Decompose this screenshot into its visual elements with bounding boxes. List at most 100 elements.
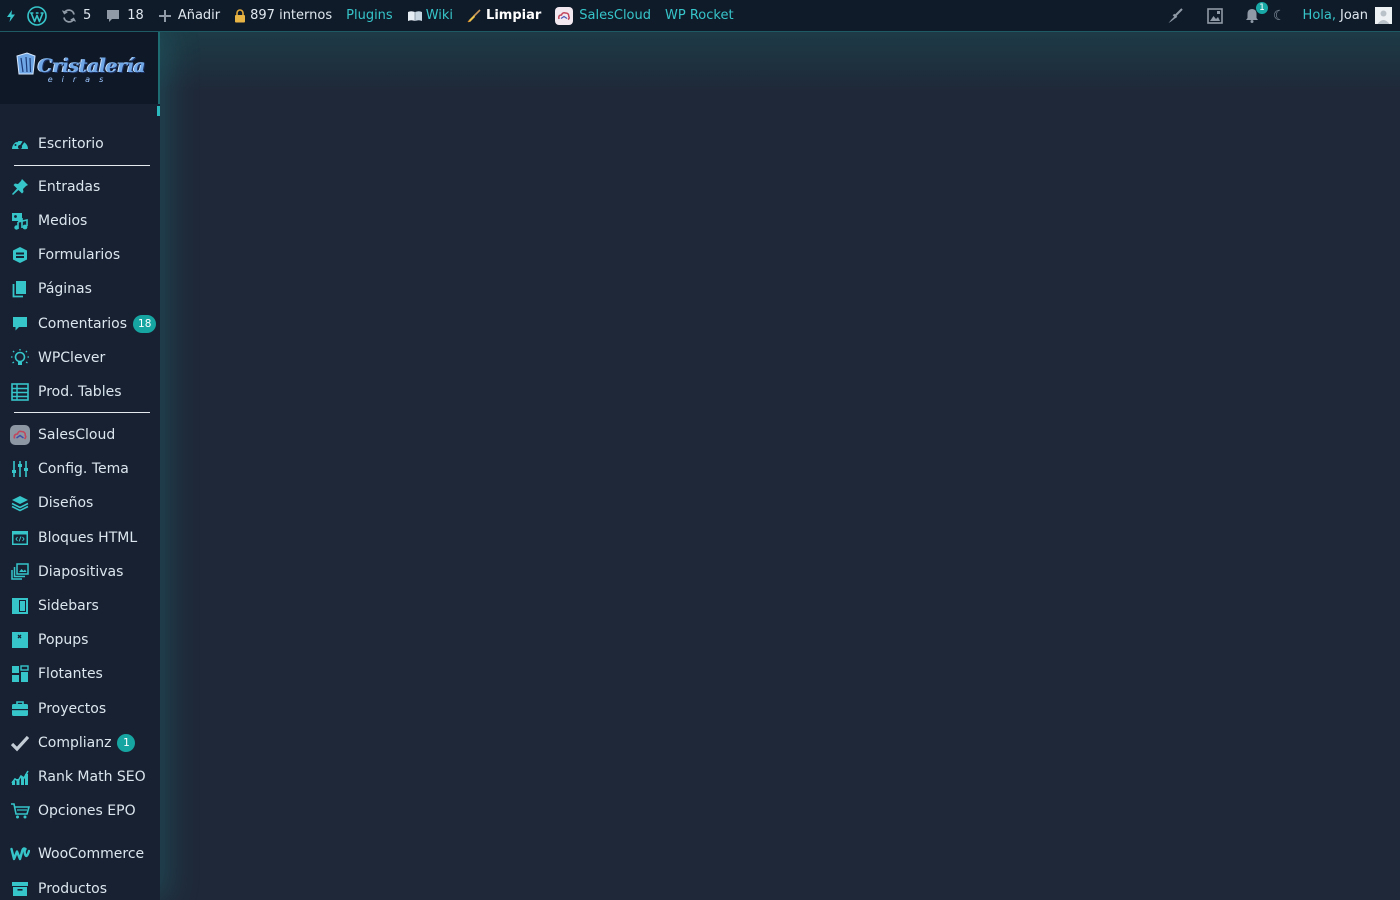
sidebar-item-label: Popups bbox=[38, 632, 89, 648]
sidebar-item-popups[interactable]: Popups bbox=[0, 625, 160, 655]
comments-count: 18 bbox=[127, 8, 144, 23]
image-stats-icon[interactable] bbox=[1195, 0, 1235, 32]
sidebar-item-escritorio[interactable]: Escritorio bbox=[0, 129, 160, 159]
sidebar-item-label: WPClever bbox=[38, 350, 106, 366]
sidebar-item-woocommerce[interactable]: WooCommerce bbox=[0, 839, 160, 869]
user-name: Joan bbox=[1340, 8, 1368, 23]
sidebar-item-formularios[interactable]: Formularios bbox=[0, 240, 160, 270]
greeting-prefix: Hola, bbox=[1302, 8, 1336, 23]
pages-icon bbox=[0, 280, 38, 298]
logo-text: Cristalería bbox=[37, 55, 146, 77]
bell-icon: 1 bbox=[1245, 2, 1268, 23]
sidebar-item-disenos[interactable]: Diseños bbox=[0, 488, 160, 518]
media-icon bbox=[0, 212, 38, 230]
lightbulb-icon bbox=[0, 348, 38, 368]
lock-icon bbox=[234, 8, 246, 23]
archive-icon bbox=[0, 881, 38, 897]
slides-icon bbox=[0, 563, 38, 581]
sidebar-item-complianz[interactable]: Complianz 1 bbox=[0, 728, 160, 758]
glass-logo-icon bbox=[15, 52, 37, 80]
brush-icon[interactable] bbox=[1155, 0, 1195, 32]
sidebar-item-label: Escritorio bbox=[38, 136, 104, 152]
sidebar-item-label: Config. Tema bbox=[38, 461, 129, 477]
sidebar-item-paginas[interactable]: Páginas bbox=[0, 274, 160, 304]
comments-count-badge: 18 bbox=[133, 315, 157, 333]
sidebar-item-label: Comentarios bbox=[38, 316, 128, 332]
rankmath-icon bbox=[0, 768, 38, 786]
wp-rocket-link[interactable]: WP Rocket bbox=[658, 0, 741, 32]
wiki-label: Wiki bbox=[425, 8, 454, 23]
menu-separator bbox=[14, 165, 150, 166]
updates-count: 5 bbox=[83, 8, 92, 23]
sidebar-item-label: Complianz bbox=[38, 735, 112, 751]
sidebar-item-opciones-epo[interactable]: Opciones EPO bbox=[0, 796, 160, 826]
sidebar-item-label: Rank Math SEO bbox=[38, 769, 146, 785]
sidebar-item-label: Diseños bbox=[38, 495, 94, 511]
main-content-area bbox=[160, 32, 1400, 900]
salescloud-icon bbox=[0, 425, 38, 445]
lightning-icon[interactable] bbox=[0, 0, 20, 32]
woocommerce-icon bbox=[0, 847, 38, 861]
add-new-label: Añadir bbox=[177, 8, 221, 23]
sidebar-icon bbox=[0, 597, 38, 615]
internal-links-label: 897 internos bbox=[250, 8, 333, 23]
sidebar-item-bloques-html[interactable]: Bloques HTML bbox=[0, 523, 160, 553]
sidebar-item-flotantes[interactable]: Flotantes bbox=[0, 659, 160, 689]
user-account-menu[interactable]: Hola, Joan bbox=[1296, 0, 1400, 32]
sidebar-item-prod-tables[interactable]: Prod. Tables bbox=[0, 377, 160, 407]
layers-icon bbox=[0, 494, 38, 512]
clean-link[interactable]: Limpiar bbox=[460, 0, 548, 32]
notifications-bell[interactable]: 1 bbox=[1235, 0, 1269, 32]
plugins-link[interactable]: Plugins bbox=[339, 0, 400, 32]
salescloud-link[interactable]: SalesCloud bbox=[548, 0, 658, 32]
table-icon bbox=[0, 383, 38, 401]
sidebar-item-comentarios[interactable]: Comentarios 18 bbox=[0, 309, 160, 339]
refresh-icon bbox=[61, 8, 77, 24]
sidebar-item-entradas[interactable]: Entradas bbox=[0, 172, 160, 202]
sliders-icon bbox=[0, 460, 38, 478]
dark-mode-icon[interactable]: ☾ bbox=[1269, 0, 1296, 32]
sidebar-item-sidebars[interactable]: Sidebars bbox=[0, 591, 160, 621]
sidebar-item-label: Diapositivas bbox=[38, 564, 124, 580]
sidebar-item-rank-math-seo[interactable]: Rank Math SEO bbox=[0, 762, 160, 792]
sidebar-item-label: Opciones EPO bbox=[38, 803, 136, 819]
plus-icon bbox=[158, 9, 172, 23]
sidebar-item-label: Páginas bbox=[38, 281, 92, 297]
salescloud-icon bbox=[555, 6, 574, 25]
salescloud-label: SalesCloud bbox=[579, 8, 652, 23]
forms-icon bbox=[0, 246, 38, 264]
wiki-link[interactable]: Wiki bbox=[400, 0, 460, 32]
admin-bar: 5 18 Añadir 897 internos Plugins Wiki Li… bbox=[0, 0, 1400, 32]
sidebar-item-label: Sidebars bbox=[38, 598, 99, 614]
code-block-icon bbox=[0, 529, 38, 547]
avatar bbox=[1375, 7, 1392, 24]
sidebar-item-label: Formularios bbox=[38, 247, 121, 263]
sidebar-item-diapositivas[interactable]: Diapositivas bbox=[0, 557, 160, 587]
cart-icon bbox=[0, 802, 38, 820]
comment-icon bbox=[0, 315, 38, 333]
sidebar-item-label: Productos bbox=[38, 881, 108, 897]
add-new-link[interactable]: Añadir bbox=[151, 0, 227, 32]
sidebar-item-label: Prod. Tables bbox=[38, 384, 122, 400]
sidebar-item-wpclever[interactable]: WPClever bbox=[0, 343, 160, 373]
sidebar-item-productos[interactable]: Productos bbox=[0, 874, 160, 900]
site-logo[interactable]: Cristalería eiras bbox=[0, 32, 160, 104]
wordpress-logo-icon[interactable] bbox=[20, 0, 54, 32]
updates-link[interactable]: 5 bbox=[54, 0, 98, 32]
notifications-badge: 1 bbox=[1255, 2, 1268, 14]
plugins-label: Plugins bbox=[346, 8, 393, 23]
sidebar-item-salescloud[interactable]: SalesCloud bbox=[0, 420, 160, 450]
sidebar-item-config-tema[interactable]: Config. Tema bbox=[0, 454, 160, 484]
sidebar-item-label: Flotantes bbox=[38, 666, 103, 682]
sidebar-item-medios[interactable]: Medios bbox=[0, 206, 160, 236]
comment-bubble-icon bbox=[105, 8, 121, 24]
collapse-indicator bbox=[157, 106, 160, 116]
complianz-count-badge: 1 bbox=[117, 734, 136, 752]
comments-link[interactable]: 18 bbox=[98, 0, 151, 32]
sidebar-item-label: Bloques HTML bbox=[38, 530, 138, 546]
sidebar-item-label: Medios bbox=[38, 213, 88, 229]
internal-links-item[interactable]: 897 internos bbox=[227, 0, 339, 32]
sidebar-item-label: WooCommerce bbox=[38, 846, 145, 862]
book-icon bbox=[407, 10, 423, 22]
sidebar-item-proyectos[interactable]: Proyectos bbox=[0, 694, 160, 724]
